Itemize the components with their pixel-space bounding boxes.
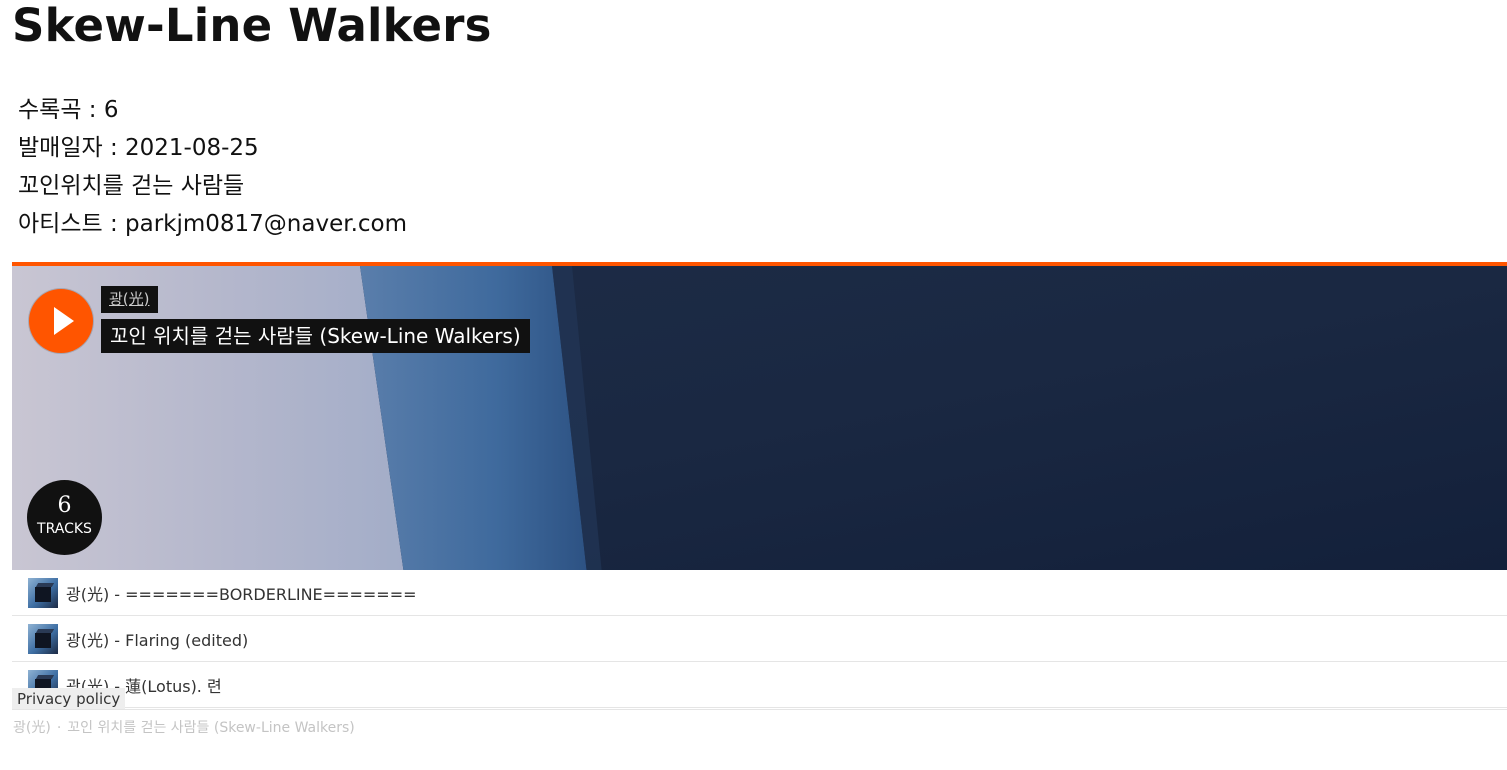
album-artwork [12, 266, 1507, 574]
track-row[interactable]: 광(光) - =======BORDERLINE======= [12, 570, 1507, 616]
page: Skew-Line Walkers 수록곡 : 6 발매일자 : 2021-08… [0, 0, 1507, 770]
meta-korean-title: 꼬인위치를 걷는 사람들 [18, 173, 245, 199]
meta-track-count: 수록곡 : 6 [18, 97, 119, 123]
meta-release-date: 발매일자 : 2021-08-25 [18, 135, 259, 161]
soundcloud-player: 광(光) 꼬인 위치를 걷는 사람들 (Skew-Line Walkers) 6… [12, 262, 1507, 574]
page-title: Skew-Line Walkers [12, 0, 492, 52]
track-title: 광(光) - Flaring (edited) [66, 630, 249, 650]
footer-attribution: 광(光) · 꼬인 위치를 걷는 사람들 (Skew-Line Walkers) [13, 717, 355, 737]
footer-artist-link[interactable]: 광(光) [13, 720, 51, 736]
track-title: 광(光) - =======BORDERLINE======= [66, 584, 417, 604]
playlist-title-link[interactable]: 꼬인 위치를 걷는 사람들 (Skew-Line Walkers) [101, 319, 530, 353]
tracks-count: 6 [57, 493, 72, 518]
footer-title-link[interactable]: 꼬인 위치를 걷는 사람들 (Skew-Line Walkers) [67, 720, 354, 736]
tracks-label: TRACKS [37, 521, 92, 537]
track-row[interactable]: 광(光) - Flaring (edited) [12, 616, 1507, 662]
artist-link[interactable]: 광(光) [101, 286, 158, 313]
meta-artist: 아티스트 : parkjm0817@naver.com [18, 211, 408, 237]
album-meta: 수록곡 : 6 발매일자 : 2021-08-25 꼬인위치를 걷는 사람들 아… [18, 91, 407, 243]
footer-divider [12, 709, 1507, 710]
track-thumbnail [28, 577, 58, 608]
footer-separator: · [56, 720, 62, 736]
privacy-policy-link[interactable]: Privacy policy [12, 688, 126, 710]
play-button[interactable] [29, 289, 93, 353]
track-thumbnail [28, 623, 58, 654]
track-row[interactable]: 광(光) - 蓮(Lotus). 련 [12, 662, 1507, 708]
track-list: 광(光) - =======BORDERLINE======= 광(光) - F… [12, 570, 1507, 708]
play-icon [54, 307, 74, 335]
tracks-count-badge: 6 TRACKS [27, 480, 102, 555]
